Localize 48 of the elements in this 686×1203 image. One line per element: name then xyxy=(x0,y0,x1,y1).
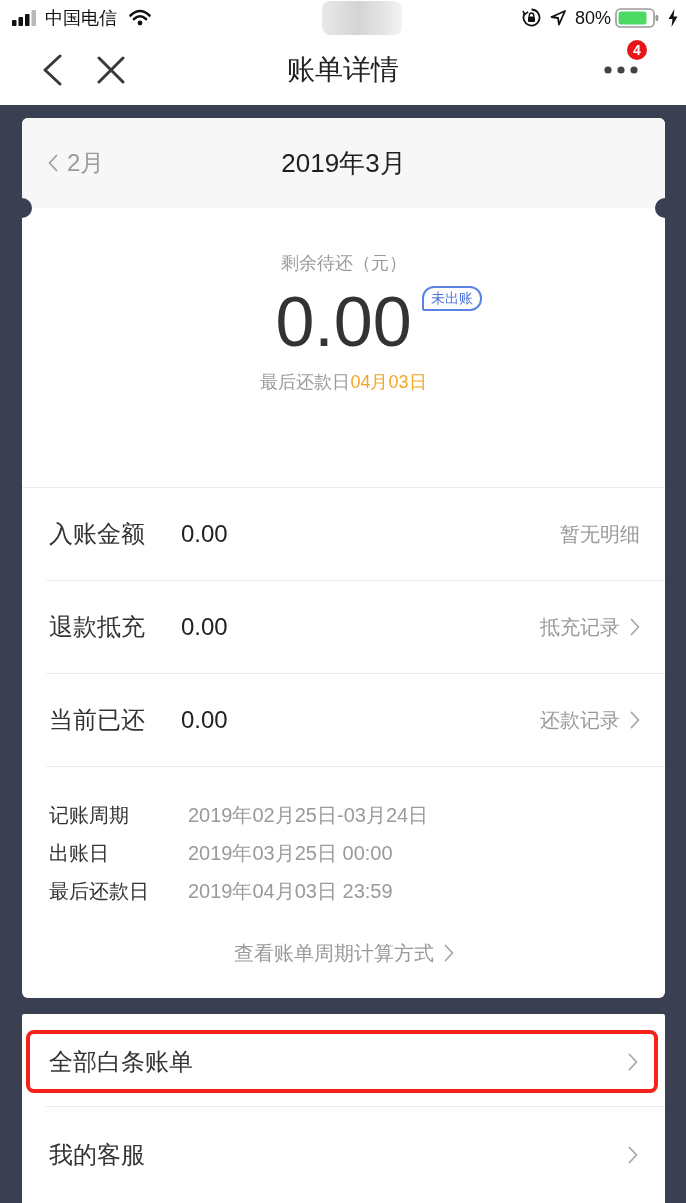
record-link[interactable]: 抵充记录 xyxy=(540,614,640,640)
detail-label: 出账日 xyxy=(49,841,110,866)
month-title: 2019年3月 xyxy=(281,147,406,179)
row-label: 入账金额 xyxy=(49,519,146,549)
chevron-right-icon xyxy=(628,1052,638,1071)
location-arrow-icon xyxy=(549,9,566,26)
row-label: 退款抵充 xyxy=(49,612,146,642)
cycle-rule-link[interactable]: 查看账单周期计算方式 xyxy=(233,941,454,965)
chevron-left-icon xyxy=(48,154,58,172)
detail-label: 最后还款日 xyxy=(49,879,150,904)
close-icon xyxy=(97,56,125,84)
status-tag: 未出账 xyxy=(421,286,482,311)
notification-badge: 4 xyxy=(627,40,647,60)
detail-label: 记账周期 xyxy=(49,803,130,828)
battery-icon xyxy=(615,7,659,28)
chevron-right-icon xyxy=(628,1145,638,1164)
signal-icon xyxy=(12,9,38,26)
detail-value: 2019年02月25日-03月24日 xyxy=(188,803,429,828)
balance-label: 剩余待还（元） xyxy=(280,252,407,274)
row-note: 暂无明细 xyxy=(560,522,640,547)
more-icon xyxy=(604,66,638,74)
menu-item[interactable]: 全部白条账单 xyxy=(26,1030,658,1093)
detail-value: 2019年03月25日 00:00 xyxy=(188,841,393,866)
menu-item[interactable]: 我的客服 xyxy=(26,1123,658,1186)
prev-month-button[interactable]: 2月 xyxy=(48,148,105,178)
battery-percent: 80% xyxy=(574,6,611,29)
row-label: 当前已还 xyxy=(49,705,146,735)
chevron-right-icon xyxy=(630,711,640,729)
chevron-right-icon xyxy=(630,618,640,636)
close-button[interactable] xyxy=(97,56,125,84)
row-amount: 0.00 xyxy=(181,612,228,642)
rotation-lock-icon xyxy=(521,8,541,27)
chevron-right-icon xyxy=(443,944,454,962)
record-link[interactable]: 还款记录 xyxy=(540,707,640,733)
charging-bolt-icon xyxy=(668,8,678,27)
detail-value: 2019年04月03日 23:59 xyxy=(188,879,393,904)
row-amount: 0.00 xyxy=(181,519,228,549)
due-date: 04月03日 xyxy=(350,371,427,393)
back-icon xyxy=(42,54,62,86)
due-label: 最后还款日 xyxy=(260,371,351,393)
page-title: 账单详情 xyxy=(287,53,399,87)
balance-amount: 0.00 xyxy=(275,282,412,362)
wifi-icon xyxy=(129,9,151,26)
ticket-notch xyxy=(655,198,665,218)
back-button[interactable] xyxy=(42,54,62,86)
ticket-notch xyxy=(22,198,32,218)
carrier-name: 中国电信 xyxy=(45,6,117,29)
row-amount: 0.00 xyxy=(181,705,228,735)
